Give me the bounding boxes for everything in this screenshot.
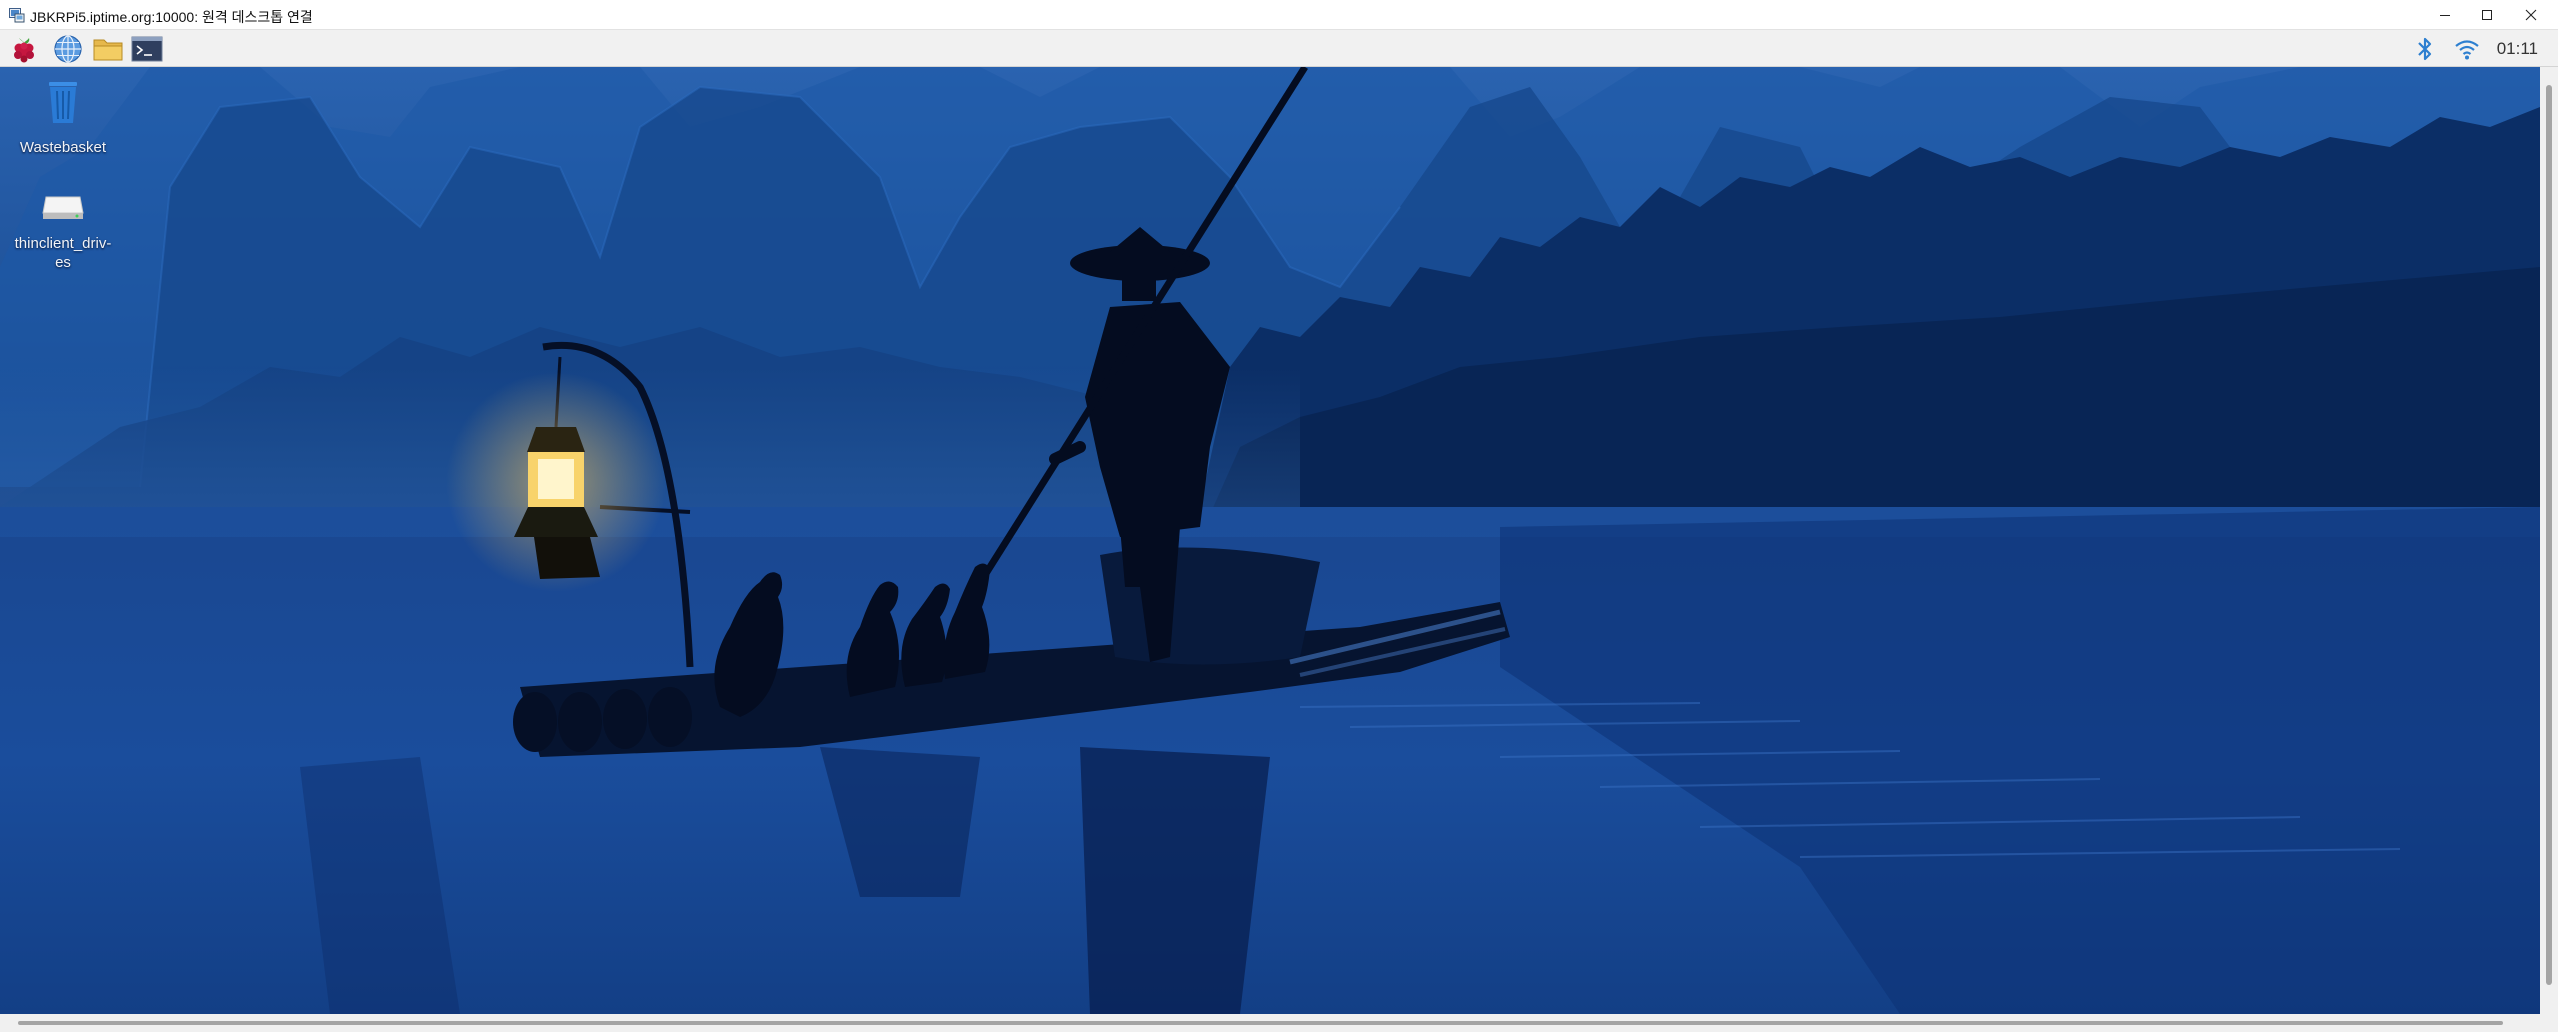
- desktop-icon-label: Wastebasket: [19, 139, 107, 156]
- taskbar-panel: 01:11: [0, 30, 2558, 67]
- minimize-icon[interactable]: [2422, 0, 2468, 30]
- trash-icon: [38, 79, 88, 132]
- bluetooth-icon[interactable]: [2410, 34, 2440, 64]
- file-manager-icon[interactable]: [92, 33, 124, 65]
- wifi-icon[interactable]: [2452, 34, 2482, 64]
- drive-icon: [38, 191, 88, 228]
- maximize-icon[interactable]: [2464, 0, 2510, 30]
- terminal-icon[interactable]: [131, 33, 163, 65]
- window-titlebar: JBKRPi5.iptime.org:10000: 원격 데스크톱 연결: [0, 0, 2558, 30]
- desktop[interactable]: Wastebasket thinclient_driv- es: [0, 67, 2540, 1014]
- clock[interactable]: 01:11: [2497, 39, 2538, 59]
- window-title: JBKRPi5.iptime.org:10000: 원격 데스크톱 연결: [30, 9, 313, 25]
- remote-desktop-icon: [9, 8, 25, 23]
- horizontal-scrollbar[interactable]: [0, 1014, 2558, 1032]
- vertical-scrollbar[interactable]: [2540, 67, 2558, 1014]
- close-icon[interactable]: [2508, 0, 2554, 30]
- desktop-icon-wastebasket[interactable]: Wastebasket: [8, 79, 118, 157]
- horizontal-scrollbar-thumb[interactable]: [18, 1021, 2503, 1025]
- desktop-wallpaper: [0, 67, 2540, 1014]
- desktop-icon-label: thinclient_driv- es: [14, 235, 112, 271]
- web-browser-icon[interactable]: [52, 33, 84, 65]
- vertical-scrollbar-thumb[interactable]: [2546, 85, 2552, 985]
- raspberry-menu-icon[interactable]: [8, 33, 40, 65]
- desktop-icon-thinclient-drives[interactable]: thinclient_driv- es: [8, 191, 118, 272]
